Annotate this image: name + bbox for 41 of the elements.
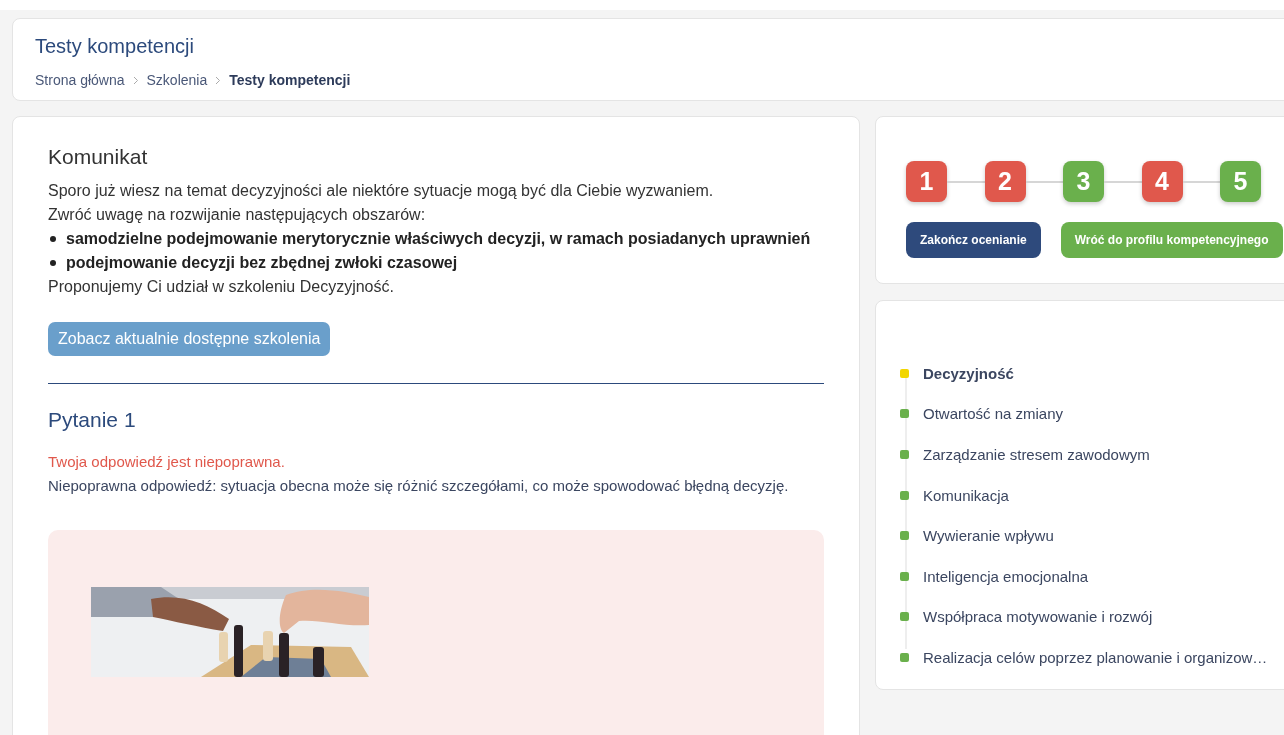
step-connector xyxy=(1182,180,1220,183)
step-marker[interactable]: 4 xyxy=(1141,161,1183,202)
step-connector xyxy=(1104,180,1142,183)
competency-label: Otwartość na zmiany xyxy=(923,405,1064,423)
competency-label: Komunikacja xyxy=(923,486,1009,504)
competency-label: Decyzyjność xyxy=(923,364,1014,382)
competency-label: Realizacja celów poprzez planowanie i organizow… xyxy=(923,648,1268,666)
finish-button[interactable]: Zakończ ocenianie xyxy=(906,222,1041,258)
bullet-text: podejmowanie decyzji bez zbędnej zwłoki czasowej xyxy=(66,253,458,273)
competency-item[interactable]: Wywieranie wpływu xyxy=(900,515,1284,556)
section-title: Komunikat xyxy=(48,145,149,169)
competency-label: Współpraca motywowanie i rozwój xyxy=(923,608,1153,626)
competency-item[interactable]: Współpraca motywowanie i rozwój xyxy=(900,596,1284,638)
message-text: Sporo już wiesz na temat decyzyjności ale niektóre sytuacje mogą być dla Ciebie wyzwaniem. xyxy=(48,181,715,201)
competency-label: Inteligencja emocjonalna xyxy=(923,567,1089,585)
bullet-icon xyxy=(50,236,56,242)
competency-item[interactable]: Otwartość na zmiany xyxy=(900,393,1284,435)
step-connector xyxy=(1025,180,1063,183)
bullet-icon xyxy=(50,260,56,266)
competency-item[interactable]: Inteligencja emocjonalna xyxy=(900,555,1284,597)
message-text: Proponujemy Ci udział w szkoleniu Decyzyjność. xyxy=(48,277,395,297)
question-title: Pytanie 1 xyxy=(48,408,137,432)
breadcrumb-link[interactable]: Szkolenia xyxy=(146,72,208,88)
answer-explanation: Niepoprawna odpowiedź: sytuacja obecna może się różnić szczegółami, co może spowodować błędną decyzję. xyxy=(48,476,790,496)
breadcrumb-link[interactable]: Strona główna xyxy=(35,72,125,88)
message-text: Zwróć uwagę na rozwijanie następujących obszarów: xyxy=(48,205,427,225)
competency-label: Wywieranie wpływu xyxy=(923,527,1054,545)
step-connector xyxy=(947,180,985,183)
competency-item[interactable]: Decyzyjność xyxy=(900,353,1284,394)
step-marker[interactable]: 1 xyxy=(906,161,947,202)
chevron-icon xyxy=(215,75,222,85)
competency-item[interactable]: Komunikacja xyxy=(900,474,1284,516)
bullet-text: samodzielne podejmowanie merytorycznie właściwych decyzji, w ramach posiadanych uprawnień xyxy=(66,229,811,249)
breadcrumb-link[interactable]: Testy kompetencji xyxy=(229,72,351,88)
answer-verdict: Twoja odpowiedź jest niepoprawna. xyxy=(48,452,286,472)
competency-item[interactable]: Zarządzanie stresem zawodowym xyxy=(900,434,1284,475)
competency-item[interactable]: Realizacja celów poprzez planowanie i organizow… xyxy=(900,637,1284,678)
chevron-icon xyxy=(132,75,139,85)
page-title: Testy kompetencji xyxy=(35,35,195,58)
step-marker[interactable]: 2 xyxy=(984,161,1026,202)
competency-label: Zarządzanie stresem zawodowym xyxy=(923,446,1150,463)
